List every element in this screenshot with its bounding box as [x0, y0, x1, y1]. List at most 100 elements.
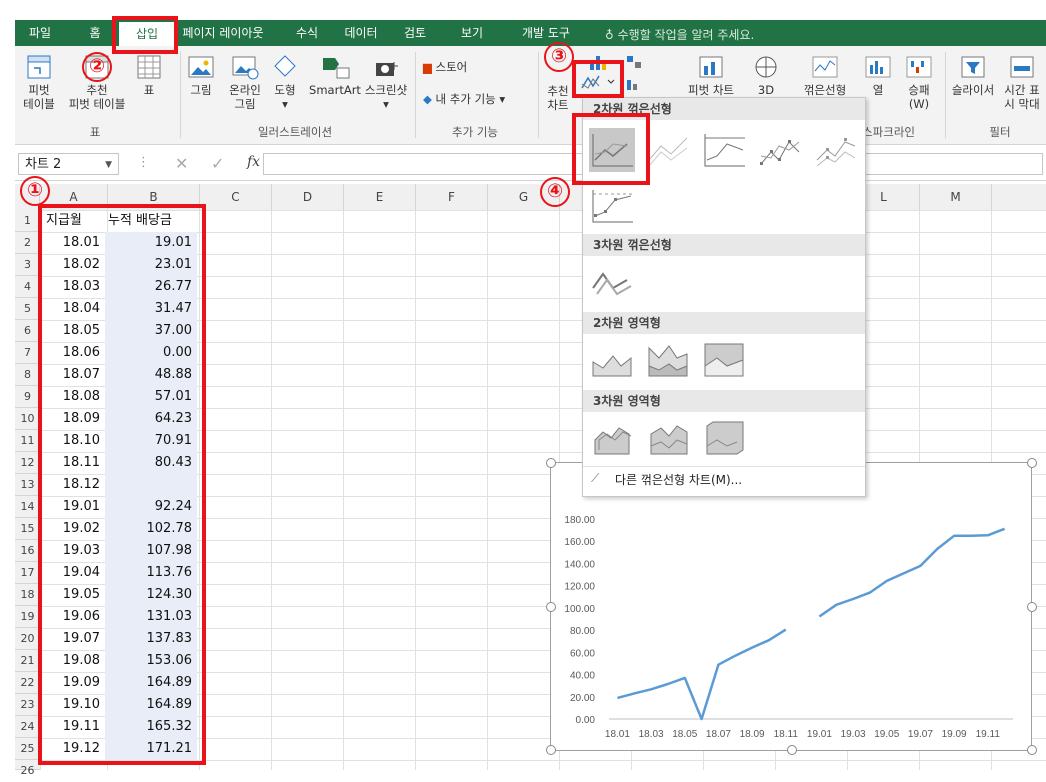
addins-icon: ◆: [423, 92, 432, 106]
100-stacked-line-option[interactable]: [701, 128, 747, 172]
100-stacked-area-option[interactable]: [701, 338, 747, 382]
row-header[interactable]: 10: [15, 408, 40, 430]
3d-map-button[interactable]: 3D: [751, 54, 781, 97]
ribbon-tab[interactable]: 수식: [285, 20, 329, 46]
stacked-line-option[interactable]: [645, 128, 691, 172]
sparkline-winloss-icon: [906, 56, 932, 78]
my-addins-button[interactable]: ◆ 내 추가 기능 ▾: [423, 92, 505, 106]
series-line-segment[interactable]: [617, 628, 787, 721]
ribbon-tab[interactable]: 홈: [75, 20, 115, 46]
row-header[interactable]: 11: [15, 430, 40, 452]
100-stacked-line-markers-option[interactable]: [589, 184, 635, 228]
slicer-icon: [961, 56, 985, 78]
tell-me-box[interactable]: ♁ 수행할 작업을 알려 주세요.: [605, 26, 754, 43]
pivot-table-icon: [27, 55, 51, 79]
stat-chart-button[interactable]: [623, 76, 653, 95]
sparkline-winloss-button[interactable]: 승패 (W): [901, 54, 937, 111]
timeline-button[interactable]: 시간 표 시 막대: [999, 54, 1045, 111]
online-picture-button[interactable]: 온라인 그림: [223, 54, 267, 111]
pivot-chart-button[interactable]: 피벗 차트: [681, 54, 741, 97]
hierarchy-chart-icon: [627, 56, 641, 68]
row-header[interactable]: 26: [15, 760, 40, 777]
row-header[interactable]: 20: [15, 628, 40, 650]
row-header[interactable]: 3: [15, 254, 40, 276]
resize-handle[interactable]: [546, 458, 556, 468]
hierarchy-chart-button[interactable]: [623, 54, 653, 73]
row-header[interactable]: 24: [15, 716, 40, 738]
column-header[interactable]: C: [200, 184, 272, 210]
3d-area-option[interactable]: [589, 416, 635, 460]
resize-handle[interactable]: [546, 602, 556, 612]
column-header[interactable]: F: [416, 184, 488, 210]
line-markers-option[interactable]: [757, 128, 803, 172]
store-button[interactable]: ▆ 스토어: [423, 60, 467, 74]
x-tick-label: 19.11: [976, 729, 1001, 740]
row-header[interactable]: 1: [15, 210, 40, 232]
screenshot-button[interactable]: 스크린샷 ▾: [363, 54, 409, 111]
row-header[interactable]: 18: [15, 584, 40, 606]
pivot-table-button[interactable]: 피벗 테이블: [19, 54, 59, 111]
ribbon-tab[interactable]: 페이지 레이아웃: [169, 20, 277, 46]
row-header[interactable]: 17: [15, 562, 40, 584]
resize-handle[interactable]: [1027, 745, 1037, 755]
row-header[interactable]: 25: [15, 738, 40, 760]
row-header[interactable]: 6: [15, 320, 40, 342]
column-header[interactable]: M: [920, 184, 992, 210]
ribbon-tab[interactable]: 파일: [15, 20, 65, 46]
slicer-button[interactable]: 슬라이서: [949, 54, 997, 97]
row-header[interactable]: 8: [15, 364, 40, 386]
row-header[interactable]: 5: [15, 298, 40, 320]
series-line-segment[interactable]: [818, 527, 1006, 618]
resize-handle[interactable]: [1027, 602, 1037, 612]
row-header[interactable]: 2: [15, 232, 40, 254]
3d-line-option[interactable]: [589, 260, 635, 304]
row-header[interactable]: 7: [15, 342, 40, 364]
area-option[interactable]: [589, 338, 635, 382]
resize-handle[interactable]: [546, 745, 556, 755]
ribbon-tab[interactable]: 검토: [393, 20, 437, 46]
x-tick-label: 19.09: [942, 729, 967, 740]
sparkline-line-button[interactable]: 꺾은선형: [801, 54, 849, 97]
y-tick-label: 80.00: [570, 626, 595, 637]
column-header[interactable]: E: [344, 184, 416, 210]
ribbon-tab[interactable]: 보기: [447, 20, 497, 46]
resize-handle[interactable]: [1027, 458, 1037, 468]
3d-100-stacked-area-option[interactable]: [701, 416, 747, 460]
shapes-button[interactable]: 도형 ▾: [269, 54, 301, 111]
insert-function-icon[interactable]: fx: [247, 154, 260, 170]
x-tick-label: 19.03: [841, 729, 866, 740]
ribbon-tab[interactable]: 데이터: [333, 20, 389, 46]
line-chart-small-icon: ⟋: [591, 471, 600, 485]
ribbon-tab[interactable]: 개발 도구: [509, 20, 583, 46]
table-button[interactable]: 표: [135, 54, 163, 97]
row-header[interactable]: 16: [15, 540, 40, 562]
picture-button[interactable]: 그림: [187, 54, 215, 97]
3d-stacked-area-option[interactable]: [645, 416, 691, 460]
column-header[interactable]: D: [272, 184, 344, 210]
row-header[interactable]: 4: [15, 276, 40, 298]
cancel-icon[interactable]: ✕: [175, 154, 188, 173]
line-chart[interactable]: 0.00 20.00 40.00 60.00 80.00 100.00 120.00 140.…: [546, 458, 1037, 755]
stacked-line-markers-option[interactable]: [813, 128, 859, 172]
tell-me-text: 수행할 작업을 알려 주세요.: [617, 28, 755, 42]
100-stacked-line-markers-icon: [592, 190, 633, 223]
callout-2: ②: [82, 52, 112, 82]
sparkline-column-button[interactable]: 열: [863, 54, 893, 97]
smartart-button[interactable]: SmartArt: [305, 54, 365, 97]
row-header[interactable]: 22: [15, 672, 40, 694]
row-header[interactable]: 13: [15, 474, 40, 496]
enter-icon[interactable]: ✓: [211, 154, 224, 173]
resize-handle[interactable]: [787, 745, 797, 755]
section-3d-area: 3차원 영역형: [583, 390, 865, 412]
row-header[interactable]: 9: [15, 386, 40, 408]
name-box[interactable]: 차트 2 ▼: [18, 153, 119, 175]
recommended-chart-button[interactable]: 추천 차트: [543, 84, 573, 112]
row-header[interactable]: 21: [15, 650, 40, 672]
more-line-charts-button[interactable]: ⟋ 다른 꺾은선형 차트(M)...: [583, 466, 865, 491]
stacked-area-option[interactable]: [645, 338, 691, 382]
row-header[interactable]: 19: [15, 606, 40, 628]
row-header[interactable]: 15: [15, 518, 40, 540]
row-header[interactable]: 14: [15, 496, 40, 518]
row-header[interactable]: 12: [15, 452, 40, 474]
row-header[interactable]: 23: [15, 694, 40, 716]
